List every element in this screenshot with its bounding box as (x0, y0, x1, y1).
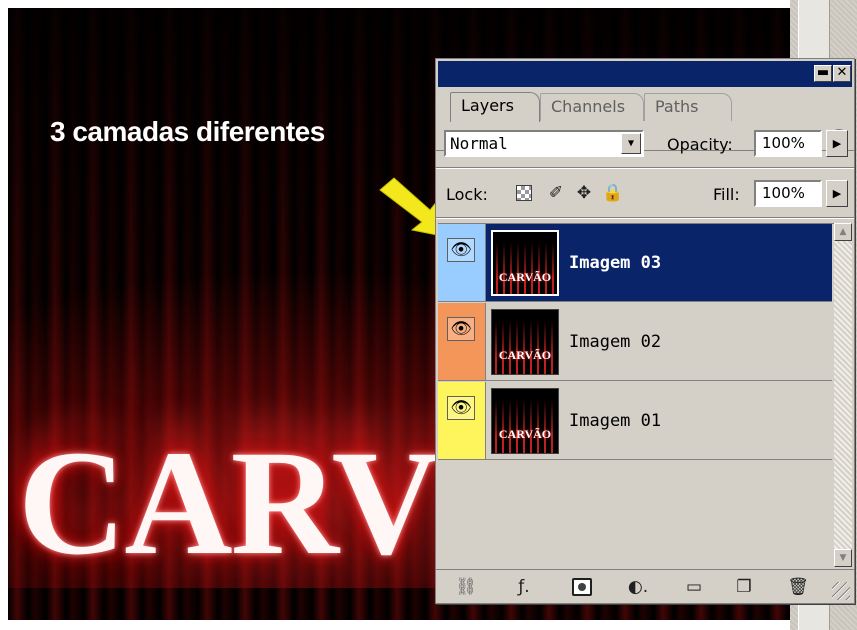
close-button[interactable]: ✕ (833, 65, 851, 82)
blend-mode-value: Normal (450, 134, 508, 153)
layer-thumbnail: CARVÃO (491, 309, 559, 375)
layer-name[interactable]: Imagem 02 (569, 331, 661, 353)
resize-grip[interactable] (832, 582, 850, 600)
adjustment-layer-icon[interactable]: ◐. (626, 576, 650, 598)
blend-mode-select[interactable]: Normal ▼ (444, 130, 644, 157)
chevron-down-icon[interactable]: ▼ (621, 133, 641, 154)
blend-opacity-row: Normal ▼ Opacity: 100% ▶ (436, 127, 854, 161)
brush-icon[interactable]: ✐ (546, 183, 566, 203)
padlock-icon[interactable]: 🔒 (602, 183, 623, 203)
tab-paths[interactable]: Paths (644, 93, 732, 121)
layer-name[interactable]: Imagem 01 (569, 410, 661, 432)
visibility-cell[interactable]: 👁 (438, 303, 486, 380)
lock-fill-row: Lock: ✐ ✥ 🔒 Fill: 100% ▶ (436, 177, 854, 211)
fill-slider-button[interactable]: ▶ (826, 180, 848, 207)
folder-icon[interactable]: ▭ (682, 576, 706, 598)
canvas-caption: 3 camadas diferentes (50, 116, 325, 147)
visibility-cell[interactable]: 👁 (438, 382, 486, 459)
lock-label: Lock: (446, 185, 488, 204)
fx-icon[interactable]: ƒ. (512, 576, 536, 598)
transparency-lock-icon[interactable] (514, 183, 534, 203)
layer-row[interactable]: 👁 CARVÃO Imagem 02 (438, 303, 832, 381)
opacity-label: Opacity: (667, 135, 733, 154)
panel-tabs: Channels Paths Layers ▶ (436, 89, 854, 151)
opacity-input[interactable]: 100% (754, 130, 822, 157)
layer-list-scrollbar[interactable]: ▲ ▼ (834, 223, 852, 567)
minimize-button[interactable]: ▬ (814, 65, 832, 82)
panel-titlebar[interactable]: ▬ ✕ (438, 61, 852, 87)
eye-icon[interactable]: 👁 (447, 238, 475, 262)
layer-name[interactable]: Imagem 03 (569, 252, 661, 274)
tab-layers[interactable]: Layers (450, 92, 540, 122)
layer-row[interactable]: 👁 CARVÃO Imagem 03 (438, 224, 832, 302)
layer-thumbnail: CARVÃO (491, 388, 559, 454)
layer-thumbnail: CARVÃO (491, 230, 559, 296)
opacity-slider-button[interactable]: ▶ (826, 130, 848, 157)
thumbnail-text: CARVÃO (498, 270, 552, 284)
eye-icon[interactable]: 👁 (447, 317, 475, 341)
layers-panel: ▬ ✕ Channels Paths Layers ▶ Normal ▼ Opa… (435, 58, 855, 604)
layer-list: 👁 CARVÃO Imagem 03 👁 CARVÃO Imagem 02 👁 (438, 223, 834, 567)
tab-channels[interactable]: Channels (540, 93, 644, 121)
visibility-cell[interactable]: 👁 (438, 224, 486, 301)
move-icon[interactable]: ✥ (574, 183, 594, 203)
thumbnail-text: CARVÃO (498, 427, 552, 441)
canvas-artwork-text: CARV (18, 420, 440, 586)
new-layer-icon[interactable]: ❐ (732, 576, 756, 598)
thumbnail-text: CARVÃO (498, 348, 552, 362)
eye-icon[interactable]: 👁 (447, 396, 475, 420)
trash-icon[interactable]: 🗑 (786, 576, 810, 598)
fill-label: Fill: (713, 185, 740, 204)
layer-row[interactable]: 👁 CARVÃO Imagem 01 (438, 382, 832, 460)
layer-mask-icon[interactable] (570, 576, 594, 598)
link-icon[interactable]: ⛓ (454, 576, 478, 598)
fill-input[interactable]: 100% (754, 180, 822, 207)
panel-bottom-toolbar: ⛓ ƒ. ◐. ▭ ❐ 🗑 (436, 569, 854, 603)
scroll-up-icon[interactable]: ▲ (834, 223, 852, 241)
scroll-down-icon[interactable]: ▼ (834, 549, 852, 567)
